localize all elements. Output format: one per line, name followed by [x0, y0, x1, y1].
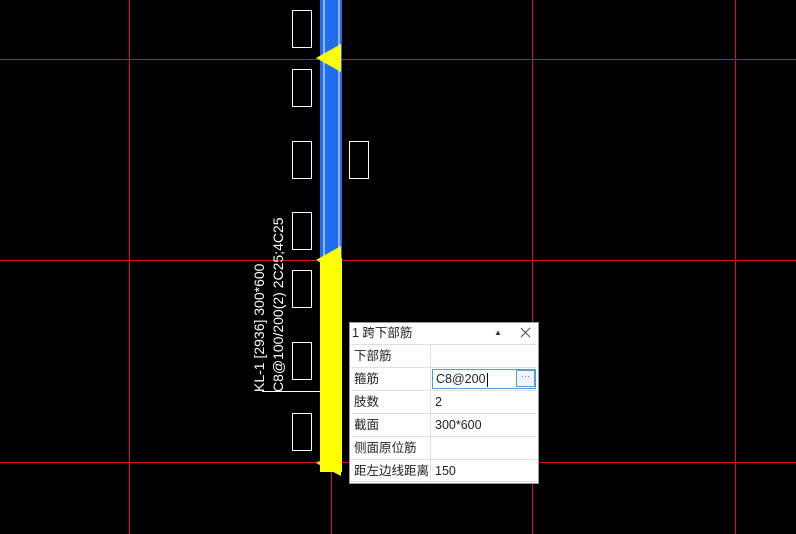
ellipsis-button[interactable]: ···: [516, 370, 535, 387]
panel-title: 1 跨下部筋: [352, 326, 413, 340]
property-key: 截面: [351, 414, 431, 436]
column-outline: [292, 413, 312, 451]
column-outline: [292, 270, 312, 308]
property-value[interactable]: 2: [431, 391, 537, 413]
property-grid: 下部筋 箍筋 C8@200 ··· 肢数 2 截面 300*600 侧面原位筋 …: [351, 344, 537, 482]
column-outline: [292, 141, 312, 179]
column-outline: [292, 212, 312, 250]
column-outline: [292, 342, 312, 380]
beam-label-line1: KL-1 [2936] 300*600: [251, 263, 267, 392]
property-key: 侧面原位筋: [351, 437, 431, 459]
stirrup-input-text: C8@200: [436, 372, 486, 386]
property-key: 距左边线距离: [351, 460, 431, 481]
property-row[interactable]: 距左边线距离 150: [351, 459, 537, 482]
property-row[interactable]: 肢数 2: [351, 390, 537, 413]
beam-label-line2: C8@100/200(2) 2C25;4C25: [270, 217, 286, 392]
panel-title-bar[interactable]: 1 跨下部筋 ▲: [350, 323, 538, 343]
column-outline: [349, 141, 369, 179]
property-key: 下部筋: [351, 345, 431, 367]
property-value[interactable]: 150: [431, 460, 537, 481]
beam-selected-span[interactable]: [320, 258, 342, 472]
property-key: 肢数: [351, 391, 431, 413]
property-row[interactable]: 侧面原位筋: [351, 436, 537, 459]
property-key: 箍筋: [351, 368, 431, 390]
property-row[interactable]: 截面 300*600: [351, 413, 537, 436]
column-outline: [292, 69, 312, 107]
property-row[interactable]: 下部筋: [351, 344, 537, 367]
text-caret: [486, 372, 488, 387]
property-row[interactable]: 箍筋 C8@200 ···: [351, 367, 537, 390]
column-outline: [292, 10, 312, 48]
property-value-editing[interactable]: C8@200 ···: [431, 368, 537, 390]
property-value[interactable]: [431, 437, 537, 459]
property-value[interactable]: [431, 345, 537, 367]
property-value[interactable]: 300*600: [431, 414, 537, 436]
close-icon[interactable]: [518, 323, 534, 343]
property-panel: 1 跨下部筋 ▲ 下部筋 箍筋 C8@200 ··· 肢数 2 截面 300*6…: [349, 322, 539, 484]
pin-icon[interactable]: ▲: [494, 323, 502, 343]
